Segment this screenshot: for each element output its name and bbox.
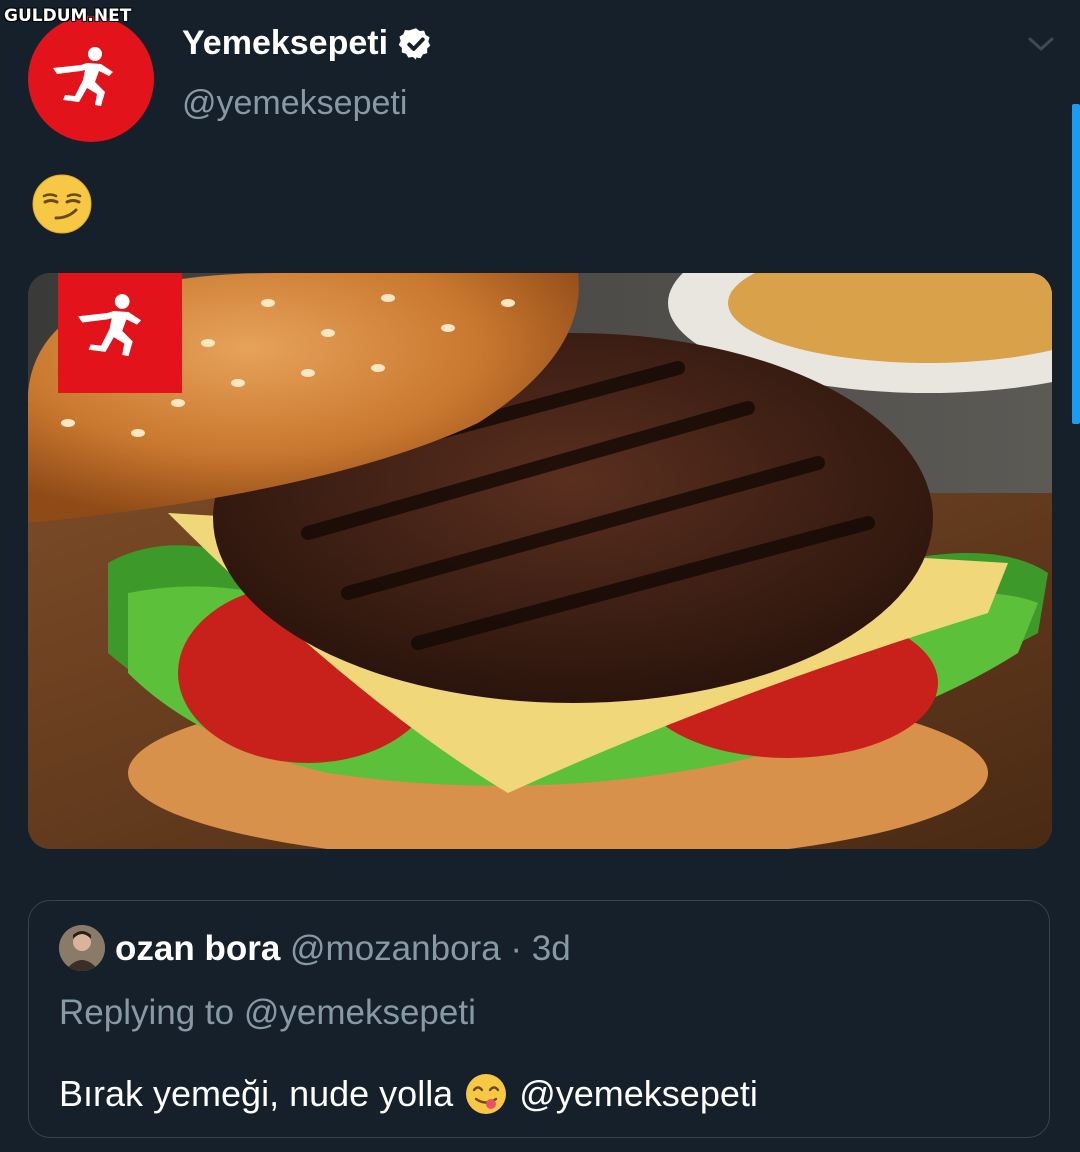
site-watermark: GULDUM.NET: [4, 6, 132, 26]
chevron-down-icon[interactable]: [1026, 32, 1056, 56]
replying-to-prefix: Replying to: [59, 993, 235, 1032]
scrollbar-thumb[interactable]: [1072, 104, 1080, 424]
quoted-author-name[interactable]: ozan bora: [115, 929, 280, 968]
person-avatar-icon: [59, 925, 105, 971]
quoted-header: ozan bora @mozanbora · 3d: [115, 929, 571, 969]
profile-avatar[interactable]: [28, 16, 154, 142]
verified-badge-icon: [398, 27, 431, 60]
smirking-face-icon: [32, 174, 92, 234]
replying-to-handle[interactable]: @yemeksepeti: [244, 993, 476, 1032]
tweet-media-image[interactable]: [28, 273, 1052, 849]
meta-separator: ·: [510, 929, 523, 968]
quoted-mention[interactable]: @yemeksepeti: [519, 1073, 758, 1115]
courier-logo-icon: [53, 47, 113, 106]
quoted-tweet-text: Bırak yemeği, nude yolla @yemeksepeti: [59, 1073, 758, 1115]
quoted-tweet-card[interactable]: ozan bora @mozanbora · 3d Replying to @y…: [28, 900, 1050, 1138]
replying-to-line: Replying to @yemeksepeti: [59, 993, 476, 1033]
quoted-timestamp[interactable]: 3d: [532, 929, 571, 968]
author-name-row[interactable]: Yemeksepeti: [182, 24, 434, 63]
face-savoring-food-icon: [466, 1074, 507, 1114]
quoted-author-handle[interactable]: @mozanbora: [290, 929, 501, 968]
burger-photo-icon: [28, 273, 1052, 849]
author-handle[interactable]: @yemeksepeti: [182, 84, 407, 123]
author-display-name[interactable]: Yemeksepeti: [182, 24, 388, 63]
quoted-author-avatar[interactable]: [59, 925, 105, 971]
quoted-text-before: Bırak yemeği, nude yolla: [59, 1073, 454, 1114]
